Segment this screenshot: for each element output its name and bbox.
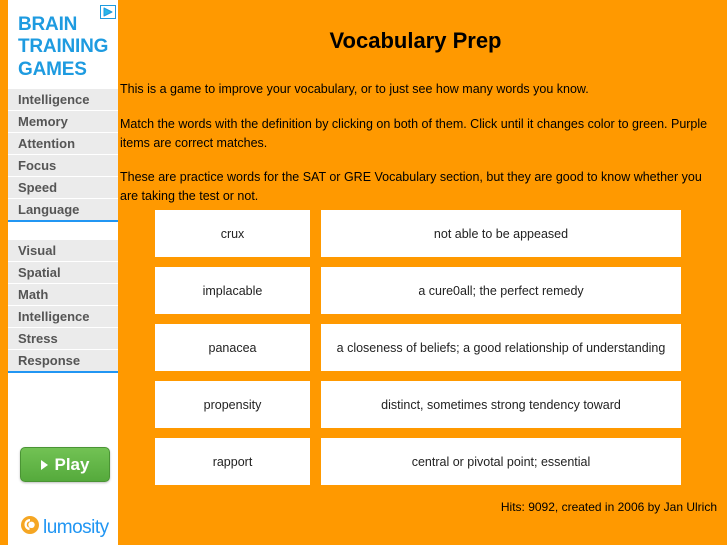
sidebar-item-visual[interactable]: Visual — [8, 240, 118, 263]
matching-game-grid: crux not able to be appeased implacable … — [155, 210, 718, 495]
sidebar-item-stress[interactable]: Stress — [8, 328, 118, 351]
brand-line-3: GAMES — [18, 58, 87, 80]
game-row: propensity distinct, sometimes strong te… — [155, 381, 718, 428]
definition-card[interactable]: not able to be appeased — [321, 210, 681, 257]
lumosity-logo[interactable]: lumosity — [20, 515, 109, 540]
sidebar-item-language[interactable]: Language — [8, 199, 118, 221]
main-content: Vocabulary Prep This is a game to improv… — [118, 0, 727, 545]
definition-card[interactable]: distinct, sometimes strong tendency towa… — [321, 381, 681, 428]
sidebar: BRAIN TRAINING GAMES Intelligence Memory… — [8, 0, 118, 545]
adchoices-icon[interactable] — [100, 5, 116, 19]
sidebar-nav-group-secondary: Visual Spatial Math Intelligence Stress … — [8, 240, 118, 374]
lumosity-wordmark: lumosity — [43, 516, 109, 538]
footer-credit: Hits: 9092, created in 2006 by Jan Ulric… — [500, 500, 717, 514]
brand-line-2: TRAINING — [18, 36, 109, 58]
play-button[interactable]: Play — [20, 447, 110, 482]
game-row: panacea a closeness of beliefs; a good r… — [155, 324, 718, 371]
sidebar-nav-group-primary: Intelligence Memory Attention Focus Spee… — [8, 89, 118, 223]
sidebar-item-spatial[interactable]: Spatial — [8, 262, 118, 285]
sidebar-item-attention[interactable]: Attention — [8, 133, 118, 156]
lumosity-head-icon — [20, 515, 40, 540]
play-button-label: Play — [54, 454, 90, 474]
game-row: crux not able to be appeased — [155, 210, 718, 257]
intro-paragraph-3: These are practice words for the SAT or … — [120, 170, 702, 203]
definition-card[interactable]: a cure0all; the perfect remedy — [321, 267, 681, 314]
word-card[interactable]: crux — [155, 210, 310, 257]
sidebar-item-intelligence[interactable]: Intelligence — [8, 89, 118, 112]
word-card[interactable]: implacable — [155, 267, 310, 314]
page-title: Vocabulary Prep — [329, 28, 502, 53]
word-card[interactable]: propensity — [155, 381, 310, 428]
game-row: rapport central or pivotal point; essent… — [155, 438, 718, 485]
intro-paragraph-1: This is a game to improve your vocabular… — [120, 82, 589, 96]
sidebar-item-memory[interactable]: Memory — [8, 111, 118, 134]
word-card[interactable]: rapport — [155, 438, 310, 485]
sidebar-item-math[interactable]: Math — [8, 284, 118, 307]
game-row: implacable a cure0all; the perfect remed… — [155, 267, 718, 314]
sidebar-item-speed[interactable]: Speed — [8, 177, 118, 200]
sidebar-item-response[interactable]: Response — [8, 350, 118, 372]
definition-card[interactable]: central or pivotal point; essential — [321, 438, 681, 485]
intro-paragraph-2: Match the words with the definition by c… — [120, 116, 708, 150]
play-triangle-icon — [40, 459, 48, 470]
definition-card[interactable]: a closeness of beliefs; a good relations… — [321, 324, 681, 371]
sidebar-item-focus[interactable]: Focus — [8, 155, 118, 178]
sidebar-item-intelligence-2[interactable]: Intelligence — [8, 306, 118, 329]
word-card[interactable]: panacea — [155, 324, 310, 371]
